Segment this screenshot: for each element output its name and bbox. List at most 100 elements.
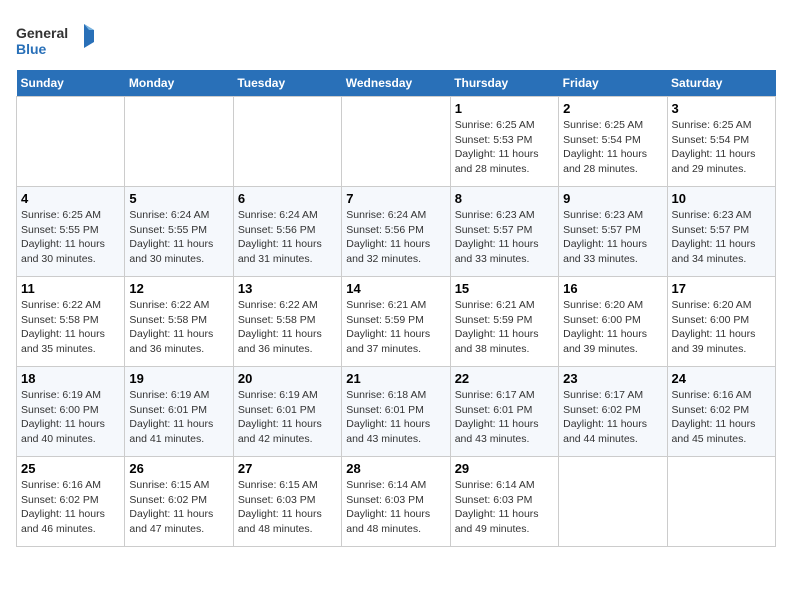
day-number: 3 xyxy=(672,101,771,116)
day-number: 24 xyxy=(672,371,771,386)
table-cell xyxy=(17,97,125,187)
day-info: Sunrise: 6:19 AMSunset: 6:00 PMDaylight:… xyxy=(21,388,120,447)
day-number: 9 xyxy=(563,191,662,206)
day-number: 15 xyxy=(455,281,554,296)
weekday-header-row: SundayMondayTuesdayWednesdayThursdayFrid… xyxy=(17,70,776,97)
day-number: 6 xyxy=(238,191,337,206)
table-cell: 2 Sunrise: 6:25 AMSunset: 5:54 PMDaylight… xyxy=(559,97,667,187)
logo-icon: General Blue xyxy=(16,20,96,60)
table-cell: 28 Sunrise: 6:14 AMSunset: 6:03 PMDayligh… xyxy=(342,457,450,547)
day-number: 10 xyxy=(672,191,771,206)
table-cell: 25 Sunrise: 6:16 AMSunset: 6:02 PMDayligh… xyxy=(17,457,125,547)
table-cell: 9 Sunrise: 6:23 AMSunset: 5:57 PMDaylight… xyxy=(559,187,667,277)
day-number: 8 xyxy=(455,191,554,206)
table-cell: 12Sunrise: 6:22 AMSunset: 5:58 PMDayligh… xyxy=(125,277,233,367)
table-cell: 1Sunrise: 6:25 AMSunset: 5:53 PMDaylight… xyxy=(450,97,558,187)
table-cell: 20Sunrise: 6:19 AMSunset: 6:01 PMDayligh… xyxy=(233,367,341,457)
day-info: Sunrise: 6:23 AMSunset: 5:57 PMDaylight:… xyxy=(563,208,662,267)
week-row-4: 18 Sunrise: 6:19 AMSunset: 6:00 PMDayligh… xyxy=(17,367,776,457)
table-cell: 14 Sunrise: 6:21 AMSunset: 5:59 PMDayligh… xyxy=(342,277,450,367)
table-cell: 22 Sunrise: 6:17 AMSunset: 6:01 PMDayligh… xyxy=(450,367,558,457)
day-info: Sunrise: 6:23 AMSunset: 5:57 PMDaylight:… xyxy=(455,208,554,267)
svg-text:Blue: Blue xyxy=(16,41,47,57)
table-cell xyxy=(125,97,233,187)
weekday-header-monday: Monday xyxy=(125,70,233,97)
table-cell: 19 Sunrise: 6:19 AMSunset: 6:01 PMDayligh… xyxy=(125,367,233,457)
table-cell: 21 Sunrise: 6:18 AMSunset: 6:01 PMDayligh… xyxy=(342,367,450,457)
week-row-5: 25 Sunrise: 6:16 AMSunset: 6:02 PMDayligh… xyxy=(17,457,776,547)
weekday-header-wednesday: Wednesday xyxy=(342,70,450,97)
weekday-header-friday: Friday xyxy=(559,70,667,97)
weekday-header-saturday: Saturday xyxy=(667,70,775,97)
table-cell: 4 Sunrise: 6:25 AMSunset: 5:55 PMDaylight… xyxy=(17,187,125,277)
day-info: Sunrise: 6:14 AMSunset: 6:03 PMDaylight:… xyxy=(346,478,445,537)
weekday-header-sunday: Sunday xyxy=(17,70,125,97)
page-header: General Blue xyxy=(16,16,776,60)
day-number: 26 xyxy=(129,461,228,476)
day-info: Sunrise: 6:22 AMSunset: 5:58 PMDaylight:… xyxy=(21,298,120,357)
table-cell: 17Sunrise: 6:20 AMSunset: 6:00 PMDayligh… xyxy=(667,277,775,367)
table-cell: 7Sunrise: 6:24 AMSunset: 5:56 PMDaylight… xyxy=(342,187,450,277)
day-number: 19 xyxy=(129,371,228,386)
day-info: Sunrise: 6:25 AMSunset: 5:54 PMDaylight:… xyxy=(672,118,771,177)
day-info: Sunrise: 6:19 AMSunset: 6:01 PMDaylight:… xyxy=(238,388,337,447)
day-info: Sunrise: 6:23 AMSunset: 5:57 PMDaylight:… xyxy=(672,208,771,267)
day-info: Sunrise: 6:25 AMSunset: 5:54 PMDaylight:… xyxy=(563,118,662,177)
day-info: Sunrise: 6:19 AMSunset: 6:01 PMDaylight:… xyxy=(129,388,228,447)
week-row-2: 4 Sunrise: 6:25 AMSunset: 5:55 PMDaylight… xyxy=(17,187,776,277)
day-number: 11 xyxy=(21,281,120,296)
day-info: Sunrise: 6:16 AMSunset: 6:02 PMDaylight:… xyxy=(21,478,120,537)
day-number: 21 xyxy=(346,371,445,386)
day-info: Sunrise: 6:20 AMSunset: 6:00 PMDaylight:… xyxy=(563,298,662,357)
table-cell: 29 Sunrise: 6:14 AMSunset: 6:03 PMDayligh… xyxy=(450,457,558,547)
day-number: 2 xyxy=(563,101,662,116)
logo: General Blue xyxy=(16,20,96,60)
table-cell: 23 Sunrise: 6:17 AMSunset: 6:02 PMDayligh… xyxy=(559,367,667,457)
table-cell: 3 Sunrise: 6:25 AMSunset: 5:54 PMDaylight… xyxy=(667,97,775,187)
day-number: 27 xyxy=(238,461,337,476)
table-cell: 24 Sunrise: 6:16 AMSunset: 6:02 PMDayligh… xyxy=(667,367,775,457)
day-number: 22 xyxy=(455,371,554,386)
day-info: Sunrise: 6:24 AMSunset: 5:56 PMDaylight:… xyxy=(346,208,445,267)
day-number: 29 xyxy=(455,461,554,476)
table-cell: 6 Sunrise: 6:24 AMSunset: 5:56 PMDaylight… xyxy=(233,187,341,277)
table-cell: 11 Sunrise: 6:22 AMSunset: 5:58 PMDayligh… xyxy=(17,277,125,367)
day-info: Sunrise: 6:14 AMSunset: 6:03 PMDaylight:… xyxy=(455,478,554,537)
table-cell: 15 Sunrise: 6:21 AMSunset: 5:59 PMDayligh… xyxy=(450,277,558,367)
day-info: Sunrise: 6:24 AMSunset: 5:56 PMDaylight:… xyxy=(238,208,337,267)
calendar-table: SundayMondayTuesdayWednesdayThursdayFrid… xyxy=(16,70,776,547)
week-row-1: 1Sunrise: 6:25 AMSunset: 5:53 PMDaylight… xyxy=(17,97,776,187)
day-info: Sunrise: 6:22 AMSunset: 5:58 PMDaylight:… xyxy=(129,298,228,357)
day-info: Sunrise: 6:25 AMSunset: 5:55 PMDaylight:… xyxy=(21,208,120,267)
day-info: Sunrise: 6:15 AMSunset: 6:02 PMDaylight:… xyxy=(129,478,228,537)
day-number: 18 xyxy=(21,371,120,386)
table-cell xyxy=(233,97,341,187)
day-info: Sunrise: 6:24 AMSunset: 5:55 PMDaylight:… xyxy=(129,208,228,267)
day-info: Sunrise: 6:16 AMSunset: 6:02 PMDaylight:… xyxy=(672,388,771,447)
day-number: 23 xyxy=(563,371,662,386)
week-row-3: 11 Sunrise: 6:22 AMSunset: 5:58 PMDayligh… xyxy=(17,277,776,367)
day-number: 28 xyxy=(346,461,445,476)
day-number: 4 xyxy=(21,191,120,206)
day-info: Sunrise: 6:22 AMSunset: 5:58 PMDaylight:… xyxy=(238,298,337,357)
day-number: 16 xyxy=(563,281,662,296)
day-info: Sunrise: 6:18 AMSunset: 6:01 PMDaylight:… xyxy=(346,388,445,447)
weekday-header-thursday: Thursday xyxy=(450,70,558,97)
table-cell xyxy=(559,457,667,547)
table-cell: 13Sunrise: 6:22 AMSunset: 5:58 PMDayligh… xyxy=(233,277,341,367)
day-info: Sunrise: 6:21 AMSunset: 5:59 PMDaylight:… xyxy=(346,298,445,357)
table-cell xyxy=(342,97,450,187)
table-cell: 16 Sunrise: 6:20 AMSunset: 6:00 PMDayligh… xyxy=(559,277,667,367)
day-info: Sunrise: 6:21 AMSunset: 5:59 PMDaylight:… xyxy=(455,298,554,357)
day-number: 25 xyxy=(21,461,120,476)
day-info: Sunrise: 6:17 AMSunset: 6:01 PMDaylight:… xyxy=(455,388,554,447)
day-number: 14 xyxy=(346,281,445,296)
day-info: Sunrise: 6:25 AMSunset: 5:53 PMDaylight:… xyxy=(455,118,554,177)
svg-text:General: General xyxy=(16,25,68,41)
table-cell: 27 Sunrise: 6:15 AMSunset: 6:03 PMDayligh… xyxy=(233,457,341,547)
day-info: Sunrise: 6:17 AMSunset: 6:02 PMDaylight:… xyxy=(563,388,662,447)
day-info: Sunrise: 6:15 AMSunset: 6:03 PMDaylight:… xyxy=(238,478,337,537)
table-cell: 8 Sunrise: 6:23 AMSunset: 5:57 PMDaylight… xyxy=(450,187,558,277)
day-number: 5 xyxy=(129,191,228,206)
table-cell xyxy=(667,457,775,547)
